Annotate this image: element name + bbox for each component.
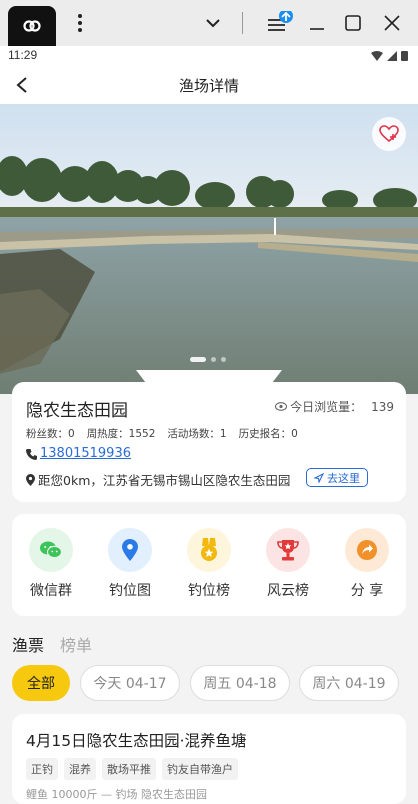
ticket-tags: 正钓 混养 散场平推 钓友自带渔户 <box>26 758 238 780</box>
app-header: 渔场详情 <box>0 66 418 104</box>
wifi-icon <box>371 50 383 61</box>
feature-leaderboard[interactable]: 风云榜 <box>253 528 323 600</box>
ticket-subtitle: 鲤鱼 10000斤 — 钓场 隐农生态田园 <box>26 788 207 801</box>
feature-wechat-group[interactable]: 微信群 <box>16 528 86 600</box>
address-text: 距您0km，江苏省无锡市锡山区隐农生态田园 <box>38 473 291 488</box>
features-card: 微信群 钓位图 钓位榜 风云榜 分 享 <box>12 514 406 616</box>
signal-icon <box>387 50 397 61</box>
feature-label: 钓位图 <box>109 583 151 599</box>
navigate-button-label: 去这里 <box>327 471 360 485</box>
ticket-tag: 混养 <box>64 758 96 780</box>
trophy-icon <box>266 528 310 572</box>
divider <box>240 11 244 35</box>
venue-name: 隐农生态田园 <box>26 401 128 421</box>
activity-count: 活动场数：1 <box>167 428 227 440</box>
eye-icon <box>275 402 288 411</box>
status-time: 11:29 <box>8 48 38 62</box>
feature-label: 钓位榜 <box>188 583 230 599</box>
carousel-dot <box>221 357 226 362</box>
content-tabs: 渔票 榜单 <box>12 632 92 656</box>
venue-stats: 粉丝数：0 周热度：1552 活动场数：1 历史报名：0 <box>26 426 298 441</box>
chevron-down-icon[interactable] <box>202 11 224 35</box>
app-logo-icon <box>23 20 41 32</box>
maximize-icon[interactable] <box>342 11 364 35</box>
navigate-button[interactable]: 去这里 <box>306 468 368 487</box>
location-pin-icon <box>108 528 152 572</box>
feature-seat-map[interactable]: 钓位图 <box>95 528 165 600</box>
feature-label: 风云榜 <box>267 583 309 599</box>
status-bar: 11:29 <box>0 46 418 66</box>
feature-share[interactable]: 分 享 <box>332 528 402 600</box>
carousel-dot <box>211 357 216 362</box>
share-icon <box>345 528 389 572</box>
date-chip[interactable]: 周五 04-18 <box>190 665 290 701</box>
phone-icon <box>26 448 37 460</box>
wechat-icon <box>29 528 73 572</box>
minimize-icon[interactable] <box>306 11 328 35</box>
date-chip[interactable]: 周六 04-19 <box>299 665 399 701</box>
medal-icon <box>187 528 231 572</box>
views-count: 139 <box>371 399 394 414</box>
tab-rankings[interactable]: 榜单 <box>60 632 92 656</box>
navigation-arrow-icon <box>314 472 324 483</box>
favorite-heart-icon[interactable] <box>372 117 406 151</box>
ticket-title: 4月15日隐农生态田园·混养鱼塘 <box>26 732 247 750</box>
menu-upload-icon[interactable] <box>265 11 295 35</box>
venue-address: 距您0km，江苏省无锡市锡山区隐农生态田园 <box>26 470 290 489</box>
carousel-dot-active <box>190 357 206 362</box>
more-vertical-icon[interactable] <box>70 11 90 35</box>
feature-seat-ranking[interactable]: 钓位榜 <box>174 528 244 600</box>
ticket-tag: 钓友自带渔户 <box>162 758 238 780</box>
ticket-card[interactable]: 4月15日隐农生态田园·混养鱼塘 正钓 混养 散场平推 钓友自带渔户 鲤鱼 10… <box>12 714 406 804</box>
ticket-tag: 散场平推 <box>102 758 156 780</box>
feature-label: 分 享 <box>350 583 384 599</box>
emulator-toolbar <box>0 0 418 46</box>
ticket-tag: 正钓 <box>26 758 58 780</box>
date-chip[interactable]: 今天 04-17 <box>80 665 180 701</box>
carousel-indicator <box>190 357 226 362</box>
close-icon[interactable] <box>381 11 403 35</box>
fans-count: 粉丝数：0 <box>26 428 75 440</box>
phone-link[interactable]: 13801519936 <box>26 446 131 461</box>
phone-number[interactable]: 13801519936 <box>40 446 131 461</box>
venue-photo[interactable] <box>0 104 418 394</box>
today-views: 今日浏览量： 139 <box>275 398 394 415</box>
views-label: 今日浏览量： <box>290 400 363 414</box>
date-filter: 全部 今天 04-17 周五 04-18 周六 04-19 <box>12 665 418 703</box>
history-signups: 历史报名：0 <box>238 428 298 440</box>
date-chip-all[interactable]: 全部 <box>12 665 70 701</box>
tab-tickets[interactable]: 渔票 <box>12 632 44 656</box>
map-pin-icon <box>26 473 35 486</box>
app-tab[interactable] <box>8 6 56 46</box>
battery-icon <box>401 51 408 61</box>
venue-info-card: 隐农生态田园 今日浏览量： 139 粉丝数：0 周热度：1552 活动场数：1 … <box>12 382 406 502</box>
page-title: 渔场详情 <box>178 77 239 95</box>
feature-label: 微信群 <box>30 583 72 599</box>
weekly-heat: 周热度：1552 <box>86 428 156 440</box>
